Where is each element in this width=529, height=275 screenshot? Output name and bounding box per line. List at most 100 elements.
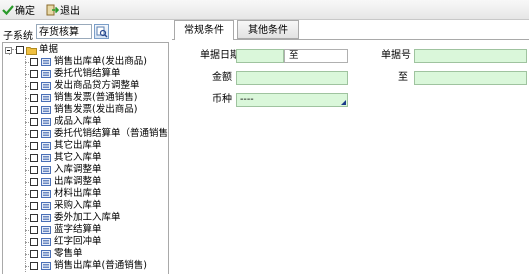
tree-item-label: 销售出库单(发出商品) (54, 56, 147, 67)
tree-item[interactable]: 委托代销结算单（普通销售） (30, 128, 168, 140)
currency-select[interactable]: ---- (236, 93, 348, 107)
document-icon (41, 94, 51, 102)
tree-item-label: 委托代销结算单 (54, 68, 121, 79)
tab-other[interactable]: 其他条件 (237, 20, 299, 39)
document-icon (41, 154, 51, 162)
document-icon (41, 178, 51, 186)
toolbar: 确定 退出 (0, 0, 529, 20)
tree-item-checkbox[interactable] (30, 178, 38, 186)
tree-guide-line (25, 56, 26, 272)
tree-item-label: 销售发票(普通销售) (54, 92, 138, 103)
tab-general[interactable]: 常规条件 (174, 20, 234, 40)
general-conditions-panel: 单据日期 至 单据号 金额 至 币种 ---- (172, 39, 529, 275)
tree-guide-line (25, 158, 29, 159)
collapse-toggle[interactable] (5, 47, 12, 54)
date-to-label: 至 (289, 50, 299, 61)
subsystem-lookup-button[interactable] (94, 24, 109, 39)
tree-item-label: 销售出库单(普通销售) (54, 260, 147, 271)
tree-item-checkbox[interactable] (30, 94, 38, 102)
document-icon (41, 106, 51, 114)
tree-item[interactable]: 委外加工入库单 (30, 212, 121, 224)
tree-root-label: 单据 (39, 44, 59, 55)
tree-item-label: 委外加工入库单 (54, 212, 121, 223)
tree-item[interactable]: 零售单 (30, 248, 83, 260)
tab-container: 常规条件 其他条件 单据日期 至 单据号 金额 至 币种 ---- (172, 20, 529, 275)
doc-date-label: 单据日期 (200, 50, 240, 61)
confirm-label: 确定 (15, 6, 35, 17)
document-icon (41, 130, 51, 138)
document-icon (41, 190, 51, 198)
checkmark-icon (2, 4, 14, 15)
tree-item-checkbox[interactable] (30, 202, 38, 210)
tree-item-label: 成品入库单 (54, 116, 102, 127)
dropdown-corner-icon (341, 100, 346, 105)
subsystem-field[interactable]: 存货核算 (36, 24, 92, 39)
root-checkbox[interactable] (16, 46, 24, 54)
exit-label: 退出 (60, 6, 80, 17)
doc-date-to-field[interactable]: 至 (284, 49, 348, 63)
tree-item-checkbox[interactable] (30, 214, 38, 222)
currency-value: ---- (240, 94, 254, 105)
tree-item-checkbox[interactable] (30, 166, 38, 174)
tree-item-checkbox[interactable] (30, 70, 38, 78)
document-icon (41, 142, 51, 150)
tree-item-checkbox[interactable] (30, 106, 38, 114)
amount-label: 金额 (212, 72, 232, 83)
folder-icon (26, 46, 37, 55)
tree-item-label: 零售单 (54, 248, 83, 259)
tree-guide-line (25, 62, 29, 63)
tree-item[interactable]: 销售发票(普通销售) (30, 92, 137, 104)
tree-guide-line (25, 242, 29, 243)
tree-item-label: 红字回冲单 (54, 236, 102, 247)
confirm-button[interactable]: 确定 (2, 2, 35, 17)
tree-item[interactable]: 其它出库单 (30, 140, 102, 152)
doc-date-from-field[interactable] (236, 49, 284, 63)
doc-number-label: 单据号 (381, 50, 411, 61)
doc-number-field[interactable] (414, 49, 527, 63)
tree-item-checkbox[interactable] (30, 118, 38, 126)
tree-item-checkbox[interactable] (30, 250, 38, 258)
tree-guide-line (25, 182, 29, 183)
tree-guide-line (25, 194, 29, 195)
tree-item[interactable]: 出库调整单 (30, 176, 102, 188)
tree-item-checkbox[interactable] (30, 82, 38, 90)
tree-guide-line (25, 170, 29, 171)
tree-item[interactable]: 销售发票(发出商品) (30, 104, 137, 116)
document-icon (41, 166, 51, 174)
tree-item[interactable]: 蓝字结算单 (30, 224, 102, 236)
tree-item-checkbox[interactable] (30, 226, 38, 234)
tree-item[interactable]: 材料出库单 (30, 188, 102, 200)
tree-item-checkbox[interactable] (30, 262, 38, 270)
tree-item-checkbox[interactable] (30, 142, 38, 150)
tree-item-label: 材料出库单 (54, 188, 102, 199)
tree-item[interactable]: 红字回冲单 (30, 236, 102, 248)
amount-to-field[interactable] (414, 71, 527, 85)
tree-item-checkbox[interactable] (30, 190, 38, 198)
tree-guide-line (25, 254, 29, 255)
tree-item[interactable]: 销售出库单(发出商品) (30, 56, 147, 68)
tree-item-checkbox[interactable] (30, 238, 38, 246)
tree-item-label: 采购入库单 (54, 200, 102, 211)
tree-item[interactable]: 采购入库单 (30, 200, 102, 212)
tree-item[interactable]: 销售出库单(普通销售) (30, 260, 147, 272)
tree-item-label: 其它出库单 (54, 140, 102, 151)
tree-item-label: 其它入库单 (54, 152, 102, 163)
tree-item[interactable]: 入库调整单 (30, 164, 102, 176)
tree-item-checkbox[interactable] (30, 58, 38, 66)
document-icon (41, 214, 51, 222)
document-icon (41, 226, 51, 234)
tree-item-label: 发出商品贷方调整单 (54, 80, 140, 91)
tree-item-checkbox[interactable] (30, 130, 38, 138)
document-tree[interactable]: 单据 销售出库单(发出商品) 委托代销结算单 发出商品贷方调整单 销售发票(普通销售)… (2, 42, 169, 274)
tree-item[interactable]: 发出商品贷方调整单 (30, 80, 140, 92)
tree-item[interactable]: 委托代销结算单 (30, 68, 121, 80)
tree-root[interactable]: 单据 (3, 44, 163, 56)
tree-item-label: 销售发票(发出商品) (54, 104, 138, 115)
tree-item-label: 蓝字结算单 (54, 224, 102, 235)
document-icon (41, 70, 51, 78)
tree-item[interactable]: 成品入库单 (30, 116, 102, 128)
exit-button[interactable]: 退出 (46, 2, 80, 17)
amount-from-field[interactable] (236, 71, 348, 85)
tree-item-checkbox[interactable] (30, 154, 38, 162)
tree-item[interactable]: 其它入库单 (30, 152, 102, 164)
